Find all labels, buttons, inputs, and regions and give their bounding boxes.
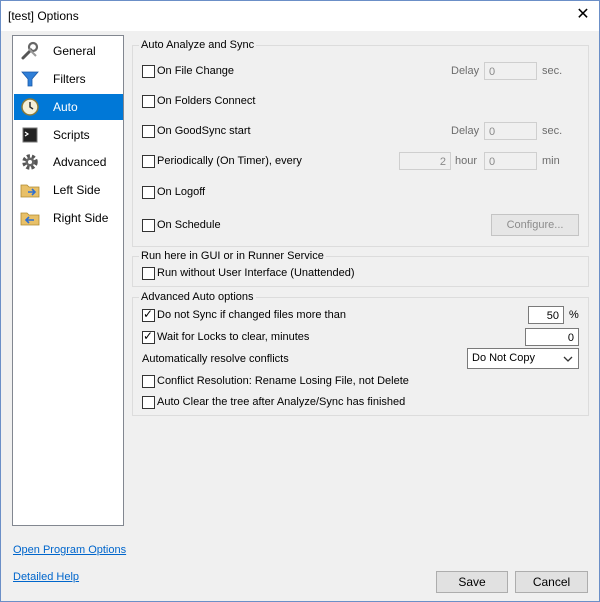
sidebar-item-label: Advanced: [53, 155, 107, 169]
file-change-delay-field[interactable]: 0: [484, 62, 537, 80]
do-not-sync-checkbox[interactable]: [142, 307, 155, 322]
conflict-rename-checkbox[interactable]: [142, 375, 155, 388]
on-file-change-checkbox[interactable]: [142, 65, 155, 78]
auto-clear-label: Auto Clear the tree after Analyze/Sync h…: [157, 396, 406, 408]
periodic-hour-field[interactable]: 2: [399, 152, 451, 170]
on-schedule-label: On Schedule: [157, 219, 221, 231]
percent-label: %: [569, 309, 579, 321]
wait-locks-minutes-field[interactable]: 0: [525, 328, 579, 346]
options-sidebar: General Filters Auto Scripts Advanced Le…: [12, 35, 124, 526]
resolve-conflicts-dropdown[interactable]: Do Not Copy: [467, 348, 579, 369]
run-unattended-label: Run without User Interface (Unattended): [157, 267, 355, 279]
filter-icon: [21, 71, 39, 87]
sidebar-item-left-side[interactable]: Left Side: [14, 177, 123, 203]
conflict-rename-label: Conflict Resolution: Rename Losing File,…: [157, 375, 409, 387]
sidebar-item-auto[interactable]: Auto: [14, 94, 123, 120]
sidebar-item-advanced[interactable]: Advanced: [14, 149, 123, 175]
sidebar-item-label: Right Side: [53, 211, 109, 225]
do-not-sync-label: Do not Sync if changed files more than: [157, 309, 346, 321]
wrench-icon: [21, 41, 39, 60]
sidebar-item-label: Left Side: [53, 183, 101, 197]
periodically-label: Periodically (On Timer), every: [157, 155, 302, 167]
on-folders-connect-checkbox[interactable]: [142, 95, 155, 108]
sidebar-item-right-side[interactable]: Right Side: [14, 205, 123, 231]
sidebar-item-filters[interactable]: Filters: [14, 66, 123, 92]
goodsync-start-delay-field[interactable]: 0: [484, 122, 537, 140]
run-unattended-checkbox[interactable]: [142, 267, 155, 280]
sidebar-item-label: Filters: [53, 72, 86, 86]
on-file-change-label: On File Change: [157, 65, 235, 77]
on-goodsync-start-checkbox[interactable]: [142, 125, 155, 138]
sidebar-item-label: Auto: [53, 100, 78, 114]
auto-analyze-group-title: Auto Analyze and Sync: [139, 39, 257, 51]
file-change-sec-label: sec.: [542, 65, 563, 77]
chevron-down-icon: [563, 356, 573, 362]
do-not-sync-percent-field[interactable]: 50: [528, 306, 564, 324]
on-folders-connect-label: On Folders Connect: [157, 95, 256, 107]
periodic-min-label: min: [542, 155, 560, 167]
periodic-hour-label: hour: [455, 155, 478, 167]
folder-left-icon: [20, 184, 40, 198]
script-icon: [22, 127, 38, 143]
wait-locks-label: Wait for Locks to clear, minutes: [157, 331, 310, 343]
goodsync-start-sec-label: sec.: [542, 125, 563, 137]
open-program-options-link[interactable]: Open Program Options: [13, 544, 126, 556]
wait-locks-checkbox[interactable]: [142, 329, 155, 344]
file-change-delay-label: Delay: [451, 65, 480, 77]
goodsync-start-delay-label: Delay: [451, 125, 480, 137]
advanced-auto-group-title: Advanced Auto options: [139, 291, 256, 303]
options-dialog: [test] Options ✕ General Filters Auto Sc…: [0, 0, 600, 602]
sidebar-item-scripts[interactable]: Scripts: [14, 122, 123, 148]
detailed-help-link[interactable]: Detailed Help: [13, 571, 79, 583]
resolve-conflicts-selected: Do Not Copy: [472, 352, 535, 364]
periodic-min-field[interactable]: 0: [484, 152, 537, 170]
close-icon[interactable]: ✕: [574, 5, 592, 25]
periodically-checkbox[interactable]: [142, 155, 155, 168]
sidebar-item-label: General: [53, 44, 96, 58]
window-title: [test] Options: [8, 9, 79, 23]
on-logoff-label: On Logoff: [157, 186, 206, 198]
sidebar-item-general[interactable]: General: [14, 38, 123, 64]
resolve-conflicts-label: Automatically resolve conflicts: [142, 353, 289, 365]
on-goodsync-start-label: On GoodSync start: [157, 125, 251, 137]
clock-icon: [21, 98, 39, 116]
sidebar-item-label: Scripts: [53, 128, 90, 142]
cancel-button[interactable]: Cancel: [515, 571, 588, 593]
runner-group-title: Run here in GUI or in Runner Service: [139, 250, 326, 262]
configure-button[interactable]: Configure...: [491, 214, 579, 236]
folder-right-icon: [20, 212, 40, 226]
on-schedule-checkbox[interactable]: [142, 219, 155, 232]
save-button[interactable]: Save: [436, 571, 508, 593]
on-logoff-checkbox[interactable]: [142, 186, 155, 199]
auto-clear-checkbox[interactable]: [142, 396, 155, 409]
title-bar: [test] Options ✕: [1, 1, 599, 31]
gear-icon: [22, 154, 38, 170]
